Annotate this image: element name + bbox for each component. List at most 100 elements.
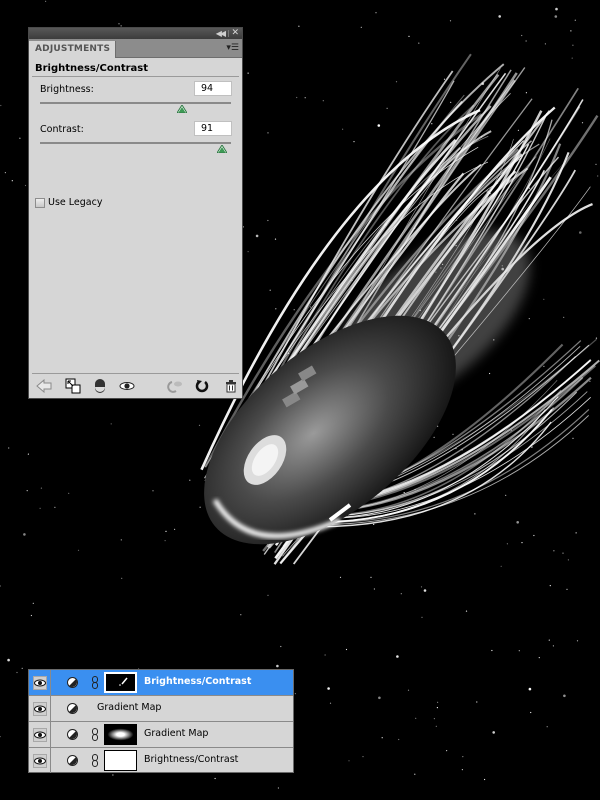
visibility-eye-icon[interactable] xyxy=(119,378,135,394)
star xyxy=(415,717,417,719)
star xyxy=(567,559,570,561)
contrast-slider-track[interactable] xyxy=(40,142,231,144)
view-previous-state-icon[interactable] xyxy=(167,378,183,394)
layer-name[interactable]: Brightness/Contrast xyxy=(144,754,238,765)
star xyxy=(500,565,502,567)
star xyxy=(576,640,579,642)
panel-titlebar[interactable]: ◀◀ ✕ xyxy=(29,28,242,39)
layer-mask-thumbnail[interactable] xyxy=(104,750,137,771)
star xyxy=(581,122,584,124)
star xyxy=(373,588,375,590)
star xyxy=(543,365,545,367)
star xyxy=(298,25,300,27)
layer-row[interactable]: Brightness/Contrast xyxy=(29,670,293,696)
layer-mask-thumbnail[interactable] xyxy=(104,724,137,745)
adjustment-layer-icon xyxy=(67,677,78,688)
star xyxy=(7,658,10,662)
layer-name[interactable]: Brightness/Contrast xyxy=(144,676,251,687)
link-chain-icon[interactable] xyxy=(92,676,98,689)
star xyxy=(30,614,32,617)
layer-row[interactable]: Brightness/Contrast xyxy=(29,748,293,774)
star xyxy=(407,689,410,691)
layer-mask-icon[interactable] xyxy=(92,378,108,394)
star xyxy=(269,289,271,291)
star xyxy=(322,100,324,102)
star xyxy=(595,163,597,165)
star xyxy=(462,756,464,758)
star xyxy=(492,731,496,734)
clip-to-layer-icon[interactable] xyxy=(65,378,81,394)
brightness-slider-track[interactable] xyxy=(40,102,231,104)
layer-row[interactable]: Gradient Map xyxy=(29,696,293,722)
star xyxy=(54,506,56,508)
star xyxy=(517,129,520,131)
contrast-slider-thumb[interactable] xyxy=(217,145,228,153)
star xyxy=(530,711,532,714)
star xyxy=(431,123,433,125)
layer-row[interactable]: Gradient Map xyxy=(29,722,293,748)
star xyxy=(293,309,295,311)
star xyxy=(408,35,410,38)
panel-menu-icon[interactable]: ▾☰ xyxy=(226,42,239,54)
use-legacy-row[interactable]: Use Legacy xyxy=(35,197,102,208)
star xyxy=(544,43,547,45)
close-icon[interactable]: ✕ xyxy=(231,28,239,39)
star xyxy=(546,726,548,728)
reset-icon[interactable] xyxy=(194,378,210,394)
star xyxy=(452,433,454,435)
adjustment-layer-icon xyxy=(67,729,78,740)
star xyxy=(353,141,355,143)
adjustment-layer-icon xyxy=(67,755,78,766)
star xyxy=(595,337,598,339)
layer-visibility-toggle[interactable] xyxy=(29,722,51,747)
star xyxy=(199,506,201,508)
star xyxy=(339,576,342,579)
star xyxy=(398,738,400,741)
brightness-slider-thumb[interactable] xyxy=(177,105,188,113)
star xyxy=(420,586,423,588)
link-chain-icon[interactable] xyxy=(92,728,98,741)
star xyxy=(348,760,350,762)
layer-visibility-toggle[interactable] xyxy=(29,696,51,721)
layer-visibility-toggle[interactable] xyxy=(29,748,51,773)
star xyxy=(562,552,564,554)
back-arrow-icon[interactable] xyxy=(36,378,52,394)
layer-mask-thumbnail[interactable] xyxy=(104,672,137,693)
star xyxy=(538,657,540,659)
layer-name[interactable]: Gradient Map xyxy=(144,728,208,739)
star xyxy=(121,577,123,579)
star xyxy=(165,530,167,533)
star xyxy=(518,650,520,652)
link-chain-icon[interactable] xyxy=(92,754,98,767)
star xyxy=(418,42,420,44)
layer-name[interactable]: Gradient Map xyxy=(97,702,161,713)
star xyxy=(377,124,381,127)
star xyxy=(414,773,416,775)
star xyxy=(484,778,486,781)
tab-adjustments[interactable]: ADJUSTMENTS xyxy=(29,41,116,58)
brightness-value-input[interactable]: 94 xyxy=(194,81,232,96)
star xyxy=(443,78,446,80)
star xyxy=(386,107,388,109)
use-legacy-checkbox[interactable] xyxy=(35,197,45,208)
star xyxy=(0,104,2,107)
collapse-panel-icon[interactable]: ◀◀ xyxy=(216,28,226,39)
star xyxy=(255,234,259,238)
layer-visibility-toggle[interactable] xyxy=(29,670,51,695)
contrast-value-input[interactable]: 91 xyxy=(194,121,232,136)
star xyxy=(275,308,277,310)
adjustments-panel: ◀◀ ✕ ADJUSTMENTS ▾☰ Brightness/Contrast … xyxy=(28,27,243,399)
star xyxy=(40,487,43,489)
star xyxy=(27,453,29,455)
star xyxy=(525,92,528,94)
star xyxy=(174,528,176,531)
delete-icon[interactable] xyxy=(223,378,239,394)
star xyxy=(45,0,47,2)
star xyxy=(533,534,535,537)
star xyxy=(506,543,508,545)
star xyxy=(381,737,383,739)
titlebar-separator xyxy=(228,30,229,37)
star xyxy=(563,694,566,698)
layers-panel: Brightness/Contrast Gradient Map Gradien… xyxy=(28,669,294,773)
star xyxy=(240,614,242,616)
